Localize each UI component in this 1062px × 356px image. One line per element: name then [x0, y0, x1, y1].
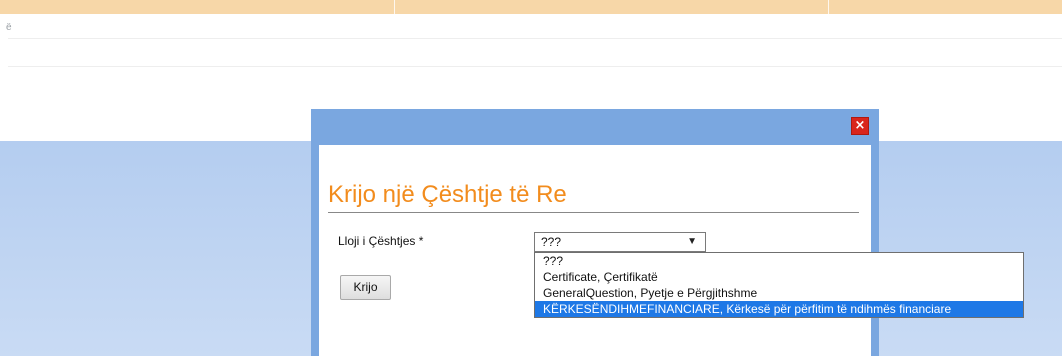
title-divider — [328, 212, 859, 213]
dropdown-option[interactable]: Certificate, Çertifikatë — [535, 269, 1023, 285]
dropdown-option-highlighted[interactable]: KËRKESËNDIHMEFINANCIARE, Kërkesë për për… — [535, 301, 1023, 317]
create-button[interactable]: Krijo — [340, 275, 391, 300]
close-icon[interactable]: × — [851, 117, 869, 135]
background-text: ë — [6, 22, 12, 33]
dropdown-arrow-icon[interactable]: ▼ — [687, 233, 697, 251]
dialog-title: Krijo një Çështje të Re — [328, 181, 567, 208]
dropdown-option[interactable]: ??? — [535, 253, 1023, 269]
case-type-select[interactable]: ??? ▼ — [534, 232, 706, 252]
dialog-content: Krijo një Çështje të Re Lloji i Çështjes… — [319, 145, 1024, 356]
case-type-selected-value: ??? — [541, 235, 562, 249]
header-divider — [828, 0, 829, 14]
case-type-dropdown-list: ??? Certificate, Çertifikatë GeneralQues… — [534, 252, 1024, 318]
new-case-dialog: × Krijo një Çështje të Re Lloji i Çështj… — [311, 109, 1024, 356]
case-type-label: Lloji i Çështjes * — [338, 234, 424, 248]
dropdown-option[interactable]: GeneralQuestion, Pyetje e Përgjithshme — [535, 285, 1023, 301]
background-row-divider — [8, 38, 1062, 39]
top-header-bar — [0, 0, 1062, 14]
background-row-divider — [8, 66, 1062, 67]
header-divider — [394, 0, 395, 14]
